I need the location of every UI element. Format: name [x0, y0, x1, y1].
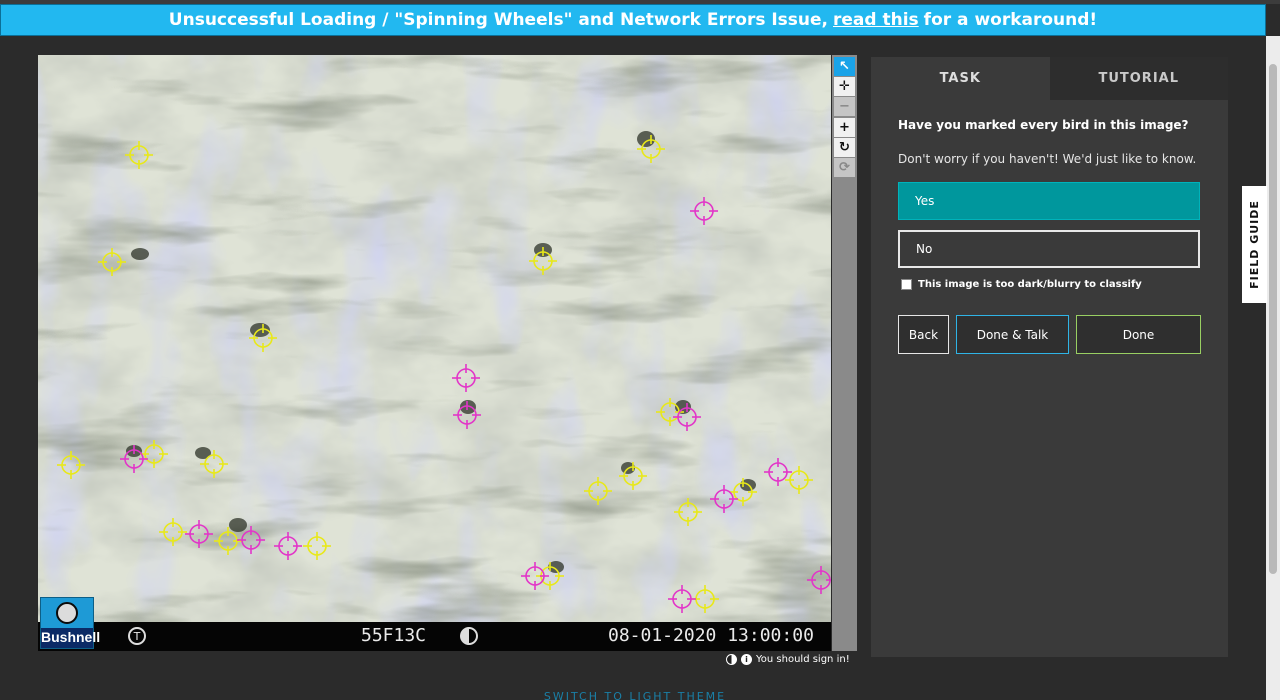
moon-phase-icon [460, 627, 478, 645]
subject-image[interactable]: T 55F13C 08-01-2020 13:00:00 Bushnell [38, 55, 831, 651]
rotate-icon[interactable]: ↻ [834, 138, 855, 157]
answer-yes-button[interactable]: Yes [898, 182, 1200, 220]
brand-name: Bushnell [41, 628, 100, 648]
answer-no-button[interactable]: No [898, 230, 1200, 268]
image-toolbar: ↖ ✛ − + ↻ ⟳ [832, 55, 857, 651]
camera-t-icon: T [128, 627, 146, 645]
panel-tabs: TASK TUTORIAL [871, 57, 1228, 100]
tab-task[interactable]: TASK [871, 57, 1050, 100]
sign-in-notice: i You should sign in! [726, 654, 850, 665]
brand-emblem-icon [56, 602, 78, 624]
camera-info-bar: T 55F13C 08-01-2020 13:00:00 [38, 622, 831, 651]
announcement-banner: Unsuccessful Loading / "Spinning Wheels"… [0, 4, 1266, 36]
task-question: Have you marked every bird in this image… [898, 118, 1189, 132]
zoom-in-icon[interactable]: + [834, 118, 855, 137]
banner-text-suffix: for a workaround! [923, 10, 1098, 30]
done-button[interactable]: Done [1076, 315, 1201, 354]
theme-switch-link[interactable]: SWITCH TO LIGHT THEME [520, 690, 750, 700]
blurry-checkbox[interactable] [901, 279, 912, 290]
pointer-icon[interactable]: ↖ [834, 57, 855, 76]
blurry-checkbox-row[interactable]: This image is too dark/blurry to classif… [901, 279, 1142, 290]
signin-text: You should sign in! [756, 654, 850, 665]
camera-datetime: 08-01-2020 13:00:00 [608, 625, 814, 646]
task-panel: TASK TUTORIAL Have you marked every bird… [871, 57, 1228, 657]
camera-code: 55F13C [361, 625, 427, 646]
page-scrollbar[interactable] [1266, 36, 1280, 700]
scrollbar-thumb[interactable] [1269, 64, 1277, 574]
task-help: Don't worry if you haven't! We'd just li… [898, 152, 1197, 166]
info-icon[interactable]: i [741, 654, 752, 665]
field-guide-tab[interactable]: FIELD GUIDE [1242, 186, 1267, 303]
blurry-checkbox-label: This image is too dark/blurry to classif… [918, 279, 1142, 290]
contrast-icon[interactable] [726, 654, 737, 665]
reset-icon[interactable]: ⟳ [834, 158, 855, 177]
tab-tutorial[interactable]: TUTORIAL [1049, 57, 1228, 100]
brand-logo: Bushnell [40, 597, 100, 649]
back-button[interactable]: Back [898, 315, 949, 354]
banner-link[interactable]: read this [833, 10, 919, 30]
zoom-out-icon[interactable]: − [834, 97, 855, 116]
move-icon[interactable]: ✛ [834, 77, 855, 96]
camera-image[interactable] [38, 55, 831, 651]
done-and-talk-button[interactable]: Done & Talk [956, 315, 1069, 354]
field-guide-label: FIELD GUIDE [1248, 200, 1262, 289]
banner-text: Unsuccessful Loading / "Spinning Wheels"… [168, 10, 829, 30]
